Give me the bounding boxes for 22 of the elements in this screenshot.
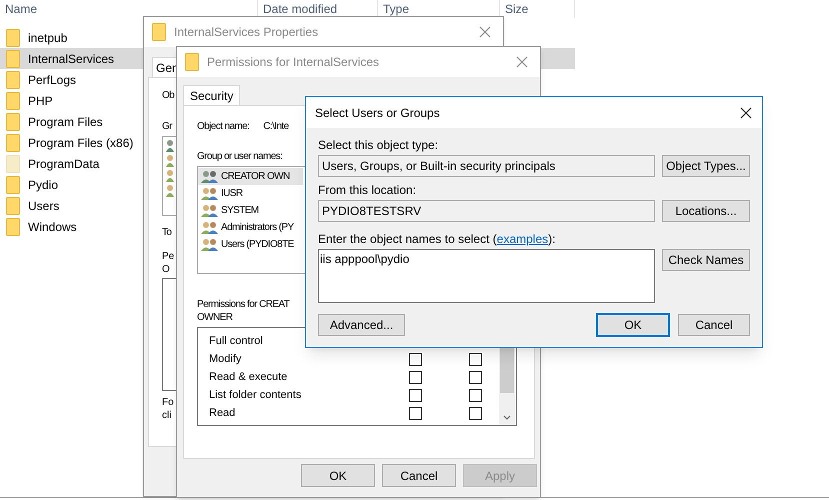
- permission-name: Full control: [209, 334, 264, 349]
- permission-name: List folder contents: [209, 388, 302, 403]
- permission-name: Read & execute: [209, 370, 288, 385]
- label: Pe O: [162, 250, 174, 276]
- label: Enter the object names to select (examples):: [318, 232, 556, 246]
- label: Object name:: [197, 120, 250, 134]
- label: From this location:: [318, 183, 416, 197]
- permission-name: Modify: [209, 352, 242, 367]
- label: To: [162, 226, 172, 240]
- label: Permissions for CREAT OWNER: [197, 298, 290, 324]
- label: Ob: [162, 89, 174, 103]
- label: Gr: [162, 120, 172, 134]
- label: Fo cli: [162, 396, 174, 422]
- location-field: PYDIO8TESTSRV: [318, 200, 655, 222]
- label: Group or user names:: [197, 150, 282, 164]
- window-title: InternalServices Properties: [174, 24, 318, 41]
- label: Select this object type:: [318, 138, 438, 152]
- object-type-field: Users, Groups, or Built-in security principals: [318, 155, 655, 177]
- permission-name: Read: [209, 406, 236, 421]
- object-path: C:\Inte: [263, 120, 289, 134]
- window-title: Select Users or Groups: [315, 104, 440, 122]
- window-title: Permissions for InternalServices: [207, 54, 380, 71]
